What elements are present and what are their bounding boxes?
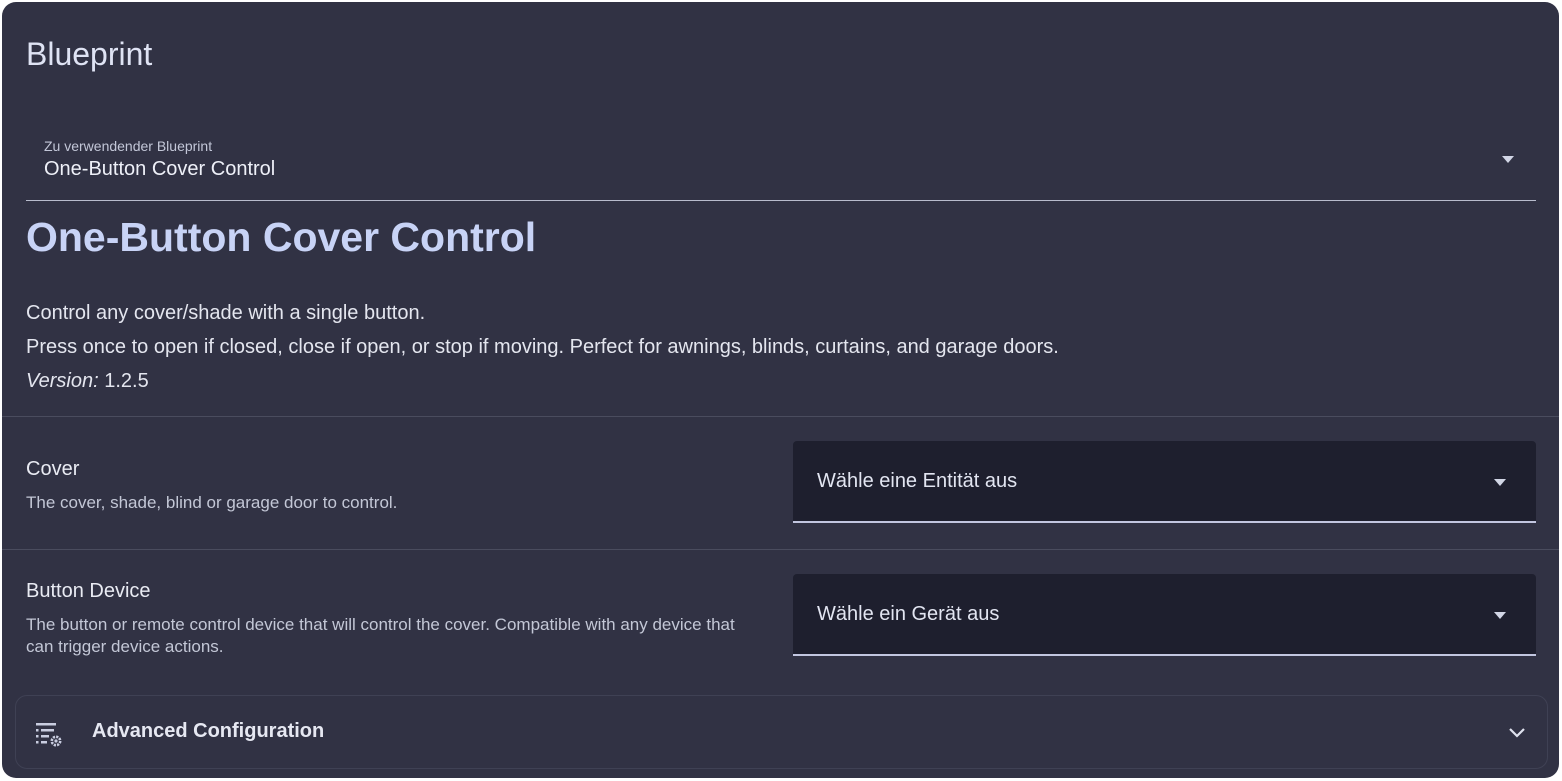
blueprint-card: Blueprint Zu verwendender Blueprint One-…: [2, 2, 1559, 778]
cover-input-label: Cover: [26, 458, 80, 480]
blueprint-name-heading: One-Button Cover Control: [26, 214, 537, 260]
row-divider: [2, 549, 1559, 550]
cover-input-description: The cover, shade, blind or garage door t…: [26, 493, 398, 512]
button-device-picker-placeholder: Wähle ein Gerät aus: [817, 603, 1000, 625]
section-divider: [2, 416, 1559, 417]
blueprint-select[interactable]: Zu verwendender Blueprint One-Button Cov…: [26, 126, 1536, 201]
button-device-label: Button Device: [26, 580, 151, 602]
description-line-2: Press once to open if closed, close if o…: [26, 336, 1059, 358]
blueprint-select-label: Zu verwendender Blueprint: [44, 138, 213, 154]
version-line: Version: 1.2.5: [26, 364, 1059, 398]
cover-entity-picker[interactable]: Wähle eine Entität aus: [793, 441, 1536, 523]
chevron-down-icon: [1509, 728, 1525, 738]
blueprint-description: Control any cover/shade with a single bu…: [26, 296, 1059, 398]
dropdown-arrow-icon: [1494, 612, 1506, 619]
advanced-configuration-label: Advanced Configuration: [92, 720, 325, 742]
button-device-description: The button or remote control device that…: [26, 615, 735, 656]
button-device-picker[interactable]: Wähle ein Gerät aus: [793, 574, 1536, 656]
dropdown-arrow-icon: [1494, 479, 1506, 486]
settings-list-icon: [36, 723, 62, 747]
version-value: 1.2.5: [104, 370, 149, 392]
version-label: Version:: [26, 370, 99, 392]
card-title: Blueprint: [26, 36, 153, 72]
cover-entity-picker-placeholder: Wähle eine Entität aus: [817, 470, 1018, 492]
description-line-1: Control any cover/shade with a single bu…: [26, 302, 426, 324]
advanced-configuration-expander[interactable]: Advanced Configuration: [15, 695, 1548, 769]
dropdown-arrow-icon: [1502, 156, 1514, 163]
blueprint-select-value: One-Button Cover Control: [44, 158, 276, 180]
